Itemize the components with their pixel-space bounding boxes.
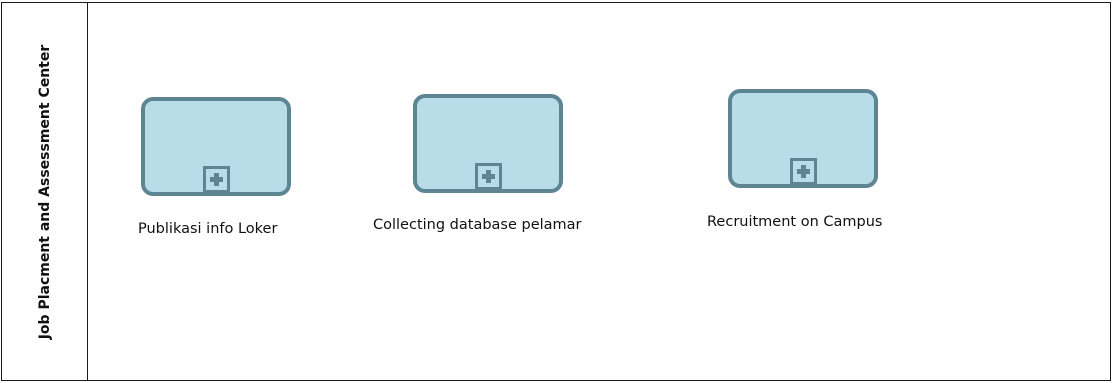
task-label: Collecting database pelamar: [373, 217, 582, 233]
subprocess-recruitment-on-campus[interactable]: [728, 89, 878, 188]
bpmn-pool: Job Placment and Assessment Center Publi…: [1, 2, 1111, 381]
subprocess-collecting-database-pelamar[interactable]: [413, 94, 563, 193]
plus-icon: [797, 165, 810, 178]
lane-title: Job Placment and Assessment Center: [37, 44, 53, 340]
plus-icon: [210, 173, 223, 186]
subprocess-publikasi-info-loker[interactable]: [141, 97, 291, 196]
plus-icon: [482, 170, 495, 183]
task-label: Recruitment on Campus: [707, 214, 883, 230]
expand-marker[interactable]: [790, 158, 817, 185]
expand-marker[interactable]: [475, 163, 502, 190]
task-label: Publikasi info Loker: [138, 221, 278, 237]
lane-header: Job Placment and Assessment Center: [2, 3, 88, 380]
expand-marker[interactable]: [203, 166, 230, 193]
